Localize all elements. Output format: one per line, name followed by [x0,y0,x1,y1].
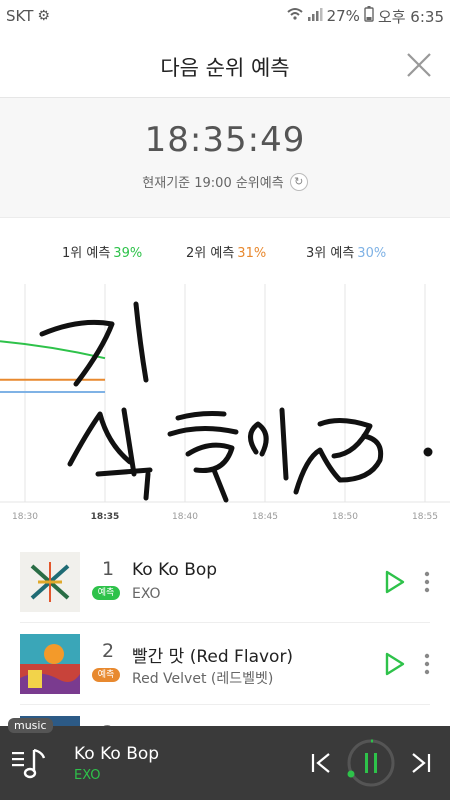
close-button[interactable] [406,52,432,78]
prediction-pct: 31% [237,246,267,261]
prediction-label: 2위 예측 [186,246,235,261]
play-icon [385,652,405,676]
signal-icon [307,7,323,25]
prediction-3: 3위 예측 30% [306,242,386,261]
gear-icon: ⚙ [37,8,50,24]
battery-icon [364,6,374,26]
player-song-title: Ko Ko Bop [74,744,160,764]
next-icon [412,753,431,773]
more-button[interactable] [422,652,432,676]
play-button[interactable] [384,570,406,594]
play-icon [385,570,405,594]
x-tick-label: 18:50 [332,512,358,522]
more-button[interactable] [422,570,432,594]
prediction-2: 2위 예측 31% [186,242,266,261]
prediction-label: 3위 예측 [306,246,355,261]
player-song-artist: EXO [74,768,101,783]
pause-button[interactable] [346,738,396,788]
prediction-badge: 예측 [92,586,120,600]
song-title: 빨간 맛 (Red Flavor) [132,647,294,667]
rank-number: 2 [101,640,115,662]
header: 다음 순위 예측 [0,32,450,98]
play-button[interactable] [384,652,406,676]
x-tick-label: 18:45 [252,512,278,522]
pause-icon [347,739,395,787]
series-line [0,340,106,360]
x-tick-label: 18:55 [412,512,438,522]
more-vertical-icon [424,571,430,593]
refresh-icon[interactable]: ↻ [289,172,308,191]
previous-button[interactable] [310,752,332,774]
status-bar: SKT ⚙ 27% 오후 6:35 [0,0,450,32]
prediction-badge: 예측 [92,668,120,682]
prediction-pct: 39% [113,246,143,261]
timer-subtitle-row: 현재기준 19:00 순위예측 ↻ [0,172,450,191]
music-label: music [8,718,53,733]
x-tick-label: 18:40 [172,512,198,522]
prediction-label: 1위 예측 [62,246,111,261]
song-artist: Red Velvet (레드벨벳) [132,671,274,687]
clock: 오후 6:35 [377,7,444,26]
timer-subtitle: 현재기준 19:00 순위예측 [142,176,284,191]
prediction-pct: 30% [357,246,387,261]
list-item[interactable]: 2 예측 빨간 맛 (Red Flavor) Red Velvet (레드벨벳) [0,622,450,702]
countdown-time: 18:35:49 [144,120,306,160]
more-vertical-icon [424,653,430,675]
song-title: Ko Ko Bop [132,560,218,580]
x-tick-label: 18:30 [12,512,38,522]
battery-level: 27% [326,7,360,25]
prediction-1: 1위 예측 39% [62,242,142,261]
prediction-chart: 18:30 18:35 18:40 18:45 18:50 18:55 [0,284,450,522]
carrier-label: SKT [6,7,34,25]
handwriting-scribble [39,301,433,503]
close-icon [407,53,431,77]
album-art [20,552,80,612]
timer-panel: 18:35:49 현재기준 19:00 순위예측 ↻ [0,98,450,218]
page-title: 다음 순위 예측 [160,56,290,80]
previous-icon [311,753,330,773]
mini-player[interactable]: music Ko Ko Bop EXO [0,718,450,800]
song-artist: EXO [132,586,161,602]
album-art [20,634,80,694]
playlist-music-icon[interactable] [12,746,52,782]
next-button[interactable] [410,752,432,774]
rank-number: 1 [101,558,115,580]
wifi-icon [286,7,303,25]
list-item[interactable]: 1 예측 Ko Ko Bop EXO [0,540,450,620]
x-tick-label: 18:35 [91,512,120,522]
